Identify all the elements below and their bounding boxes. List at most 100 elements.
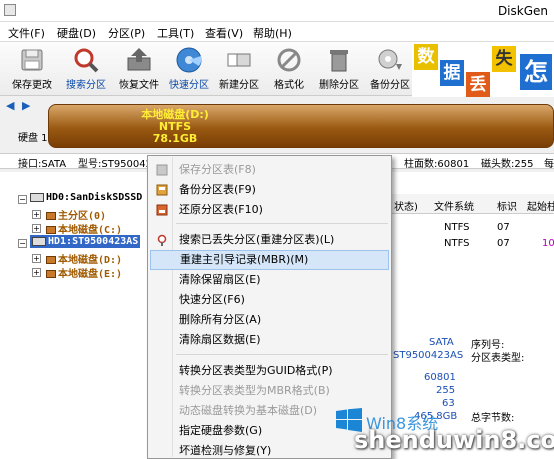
menu-quick-partition[interactable]: 快速分区(F6) xyxy=(150,290,389,310)
format-icon xyxy=(277,48,301,72)
tree-hd1-selected[interactable]: HD1:ST9500423AS xyxy=(30,235,141,248)
recover-files-button[interactable]: 恢复文件 xyxy=(113,46,165,94)
col-flag: 标识 xyxy=(497,202,517,213)
menu-clear-sector-data[interactable]: 清除扇区数据(E) xyxy=(150,330,389,350)
menu-partition[interactable]: 分区(P) xyxy=(108,25,145,41)
expand-toggle[interactable]: + xyxy=(32,254,41,263)
menu-view[interactable]: 查看(V) xyxy=(205,25,243,41)
backup-icon xyxy=(378,49,402,70)
search-icon xyxy=(157,234,167,246)
logo-char: 怎 xyxy=(520,54,552,90)
quick-partition-button[interactable]: 快速分区 xyxy=(163,46,215,94)
col-start-cyl: 起始柱 xyxy=(527,202,554,213)
new-partition-button[interactable]: 新建分区 xyxy=(213,46,265,94)
quick-partition-label: 快速分区 xyxy=(169,80,209,91)
menu-separator xyxy=(176,223,388,224)
tree-hd0-c[interactable]: 本地磁盘(C:) xyxy=(46,221,122,236)
save-changes-button[interactable]: 保存更改 xyxy=(6,46,58,94)
detail-interface: SATA xyxy=(429,337,454,348)
promo-logo: 数 据 丢 失 怎 xyxy=(412,42,554,98)
app-icon xyxy=(4,4,16,16)
collapse-toggle[interactable]: − xyxy=(18,239,27,248)
detail-ptype-label: 分区表类型: xyxy=(471,353,525,364)
new-partition-icon xyxy=(227,53,251,67)
cell-fs: NTFS xyxy=(444,238,470,249)
new-partition-label: 新建分区 xyxy=(219,80,259,91)
search-partition-button[interactable]: 搜索分区 xyxy=(60,46,112,94)
detail-heads: 255 xyxy=(436,385,456,396)
logo-char: 失 xyxy=(492,46,516,72)
partition-icon xyxy=(46,256,56,264)
backup-table-icon xyxy=(156,184,168,196)
partition-size: 78.1GB xyxy=(152,132,198,145)
detail-cylinders: 60801 xyxy=(424,372,456,383)
col-filesystem: 文件系统 xyxy=(434,202,474,213)
logo-char: 丢 xyxy=(466,72,490,98)
logo-char: 据 xyxy=(440,60,464,86)
disk-icon xyxy=(176,47,202,73)
menu-help[interactable]: 帮助(H) xyxy=(253,25,292,41)
search-icon xyxy=(74,48,99,73)
app-title: DiskGen xyxy=(497,4,548,18)
tree-hd1-d[interactable]: 本地磁盘(D:) xyxy=(46,251,122,266)
menu-restore-partition-table[interactable]: 还原分区表(F10) xyxy=(150,200,389,220)
menu-tools[interactable]: 工具(T) xyxy=(157,25,194,41)
delete-partition-button[interactable]: 删除分区 xyxy=(313,46,365,94)
hard-disk-icon xyxy=(32,236,46,246)
disk-tree: − HD0:SanDiskSDSSD + 主分区(0) + 本地磁盘(C:) −… xyxy=(0,172,156,459)
cell-flag: 07 xyxy=(497,238,510,249)
save-table-icon xyxy=(156,164,168,176)
menu-clear-reserved-sectors[interactable]: 清除保留扇区(E) xyxy=(150,270,389,290)
menu-separator xyxy=(176,354,388,355)
partition-icon xyxy=(46,270,56,278)
backup-partition-label: 备份分区 xyxy=(370,80,410,91)
menu-delete-all-partitions[interactable]: 删除所有分区(A) xyxy=(150,310,389,330)
recover-files-label: 恢复文件 xyxy=(119,80,159,91)
save-icon xyxy=(21,49,43,71)
tree-hd0[interactable]: HD0:SanDiskSDSSD xyxy=(30,192,142,203)
delete-partition-label: 删除分区 xyxy=(319,80,359,91)
cell-flag: 07 xyxy=(497,222,510,233)
menu-backup-partition-table[interactable]: 备份分区表(F9) xyxy=(150,180,389,200)
backup-partition-button[interactable]: 备份分区 xyxy=(364,46,416,94)
menu-convert-to-mbr[interactable]: 转换分区表类型为MBR格式(B) xyxy=(150,381,389,401)
next-disk-arrow[interactable]: ▶ xyxy=(22,99,30,112)
info-interface: 接口:SATA xyxy=(18,159,67,170)
app-window: DiskGen 文件(F) 硬盘(D) 分区(P) 工具(T) 查看(V) 帮助… xyxy=(0,0,554,459)
menu-disk[interactable]: 硬盘(D) xyxy=(57,25,96,41)
partition-block-d[interactable]: 本地磁盘(D:) NTFS 78.1GB xyxy=(48,104,554,148)
menu-bar: 文件(F) 硬盘(D) 分区(P) 工具(T) 查看(V) 帮助(H) xyxy=(0,22,554,42)
watermark-site: shenduwin8.com xyxy=(354,426,554,454)
detail-model: ST9500423AS xyxy=(393,350,464,361)
recover-files-icon xyxy=(127,48,151,71)
menu-rebuild-mbr[interactable]: 重建主引导记录(MBR)(M) xyxy=(150,250,389,270)
menu-search-lost-partitions[interactable]: 搜索已丢失分区(重建分区表)(L) xyxy=(150,230,389,250)
hard-disk-icon xyxy=(30,192,44,202)
cell-fs: NTFS xyxy=(444,222,470,233)
restore-table-icon xyxy=(156,204,168,216)
expand-toggle[interactable]: + xyxy=(32,268,41,277)
expand-toggle[interactable]: + xyxy=(32,224,41,233)
info-heads: 磁头数:255 xyxy=(481,159,534,170)
prev-disk-arrow[interactable]: ◀ xyxy=(6,99,14,112)
logo-char: 数 xyxy=(414,44,438,70)
collapse-toggle[interactable]: − xyxy=(18,195,27,204)
col-status: 状态) xyxy=(394,202,418,213)
menu-convert-to-guid[interactable]: 转换分区表类型为GUID格式(P) xyxy=(150,361,389,381)
info-sectors: 每 xyxy=(544,159,554,170)
format-label: 格式化 xyxy=(274,80,304,91)
disk-label: 硬盘 1 xyxy=(18,133,48,144)
menu-file[interactable]: 文件(F) xyxy=(8,25,45,41)
info-cylinders: 柱面数:60801 xyxy=(404,159,470,170)
partition-icon xyxy=(46,226,56,234)
search-partition-label: 搜索分区 xyxy=(66,80,106,91)
title-bar: DiskGen xyxy=(0,0,554,22)
expand-toggle[interactable]: + xyxy=(32,210,41,219)
watermark: Win8系统 shenduwin8.com xyxy=(330,400,554,459)
menu-save-partition-table[interactable]: 保存分区表(F8) xyxy=(150,160,389,180)
tree-hd0-primary[interactable]: 主分区(0) xyxy=(46,207,106,222)
cell-start: 10 xyxy=(542,238,554,249)
format-button[interactable]: 格式化 xyxy=(263,46,315,94)
tree-hd1-e[interactable]: 本地磁盘(E:) xyxy=(46,265,122,280)
trash-icon xyxy=(330,50,348,72)
